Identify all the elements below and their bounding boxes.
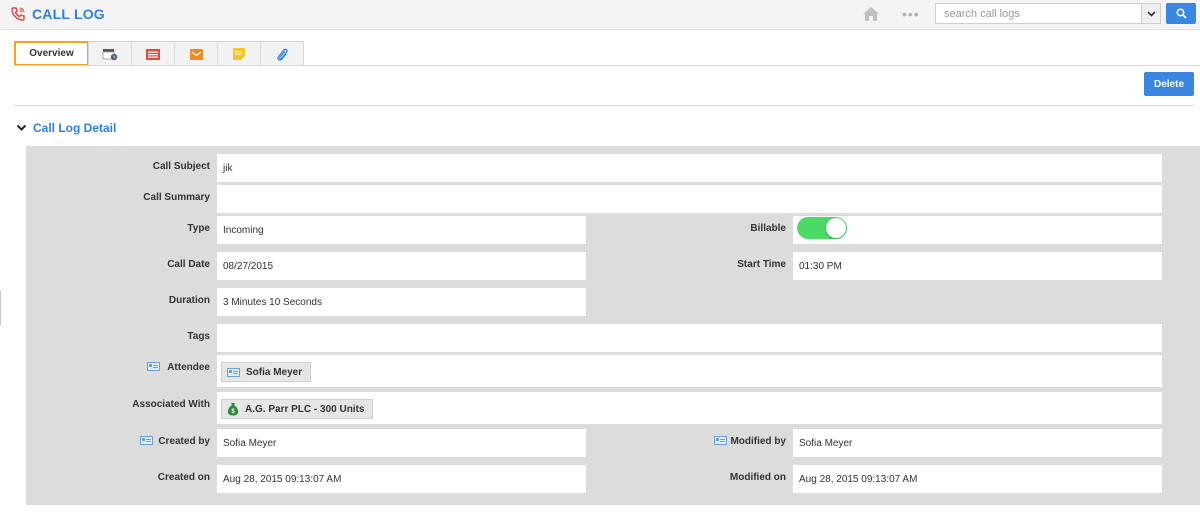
tab-attachments[interactable] <box>260 41 304 66</box>
tab-log[interactable] <box>131 41 175 66</box>
tags-label: Tags <box>187 331 210 342</box>
billable-label: Billable <box>750 223 786 234</box>
call-subject-field[interactable]: jik <box>217 154 1162 182</box>
call-summary-label: Call Summary <box>143 192 210 203</box>
tab-overview-label: Overview <box>29 48 74 59</box>
app-title-label: CALL LOG <box>32 6 105 22</box>
start-time-label: Start Time <box>737 259 786 270</box>
billable-field <box>793 216 1162 244</box>
tab-activities[interactable] <box>88 41 132 66</box>
toggle-knob <box>826 218 846 238</box>
call-date-field[interactable]: 08/27/2015 <box>217 252 586 280</box>
search-button[interactable] <box>1166 3 1196 24</box>
created-by-field[interactable]: Sofia Meyer <box>217 429 586 457</box>
search-dropdown-button[interactable] <box>1142 3 1161 24</box>
created-on-label: Created on <box>157 472 210 483</box>
app-title: CALL LOG <box>10 6 105 22</box>
search-icon <box>1176 8 1187 19</box>
app-header: CALL LOG ••• search call logs <box>0 0 1200 30</box>
attendee-name: Sofia Meyer <box>246 366 303 378</box>
modified-by-field[interactable]: Sofia Meyer <box>793 429 1162 457</box>
section-title: Call Log Detail <box>33 121 117 135</box>
modified-by-label: Modified by <box>730 436 786 447</box>
home-icon[interactable] <box>862 6 880 22</box>
tags-field[interactable] <box>217 324 1162 352</box>
type-field[interactable]: Incoming <box>217 216 586 244</box>
attendee-label: Attendee <box>167 362 210 373</box>
section-header[interactable]: Call Log Detail <box>16 121 116 135</box>
call-subject-label: Call Subject <box>152 161 210 172</box>
start-time-field[interactable]: 01:30 PM <box>793 252 1162 280</box>
note-icon <box>233 48 245 60</box>
tab-bar: Overview <box>14 41 304 66</box>
attendee-field <box>217 355 1162 387</box>
attendee-chip[interactable]: Sofia Meyer <box>221 362 312 382</box>
attachment-icon <box>277 48 288 61</box>
search-input[interactable]: search call logs <box>935 3 1142 24</box>
log-list-icon <box>146 48 160 60</box>
more-options-icon[interactable]: ••• <box>902 7 920 21</box>
duration-label: Duration <box>168 295 210 306</box>
associated-with-name: A.G. Parr PLC - 300 Units <box>245 403 365 415</box>
type-label: Type <box>187 223 210 234</box>
tab-email[interactable] <box>174 41 218 66</box>
money-bag-icon: $ <box>227 403 239 416</box>
associated-with-chip[interactable]: $ A.G. Parr PLC - 300 Units <box>221 399 374 419</box>
call-date-label: Call Date <box>167 259 210 270</box>
tab-overview[interactable]: Overview <box>14 41 89 66</box>
left-edge-handle <box>0 291 2 325</box>
chevron-down-icon <box>1146 10 1156 17</box>
created-on-field[interactable]: Aug 28, 2015 09:13:07 AM <box>217 465 586 493</box>
call-summary-field[interactable] <box>217 185 1162 213</box>
modified-on-label: Modified on <box>729 472 786 483</box>
contact-card-icon <box>227 367 240 377</box>
phone-icon <box>11 7 25 21</box>
modified-on-field[interactable]: Aug 28, 2015 09:13:07 AM <box>793 465 1162 493</box>
created-by-label: Created by <box>158 436 210 447</box>
email-icon <box>189 48 203 60</box>
associated-with-label: Associated With <box>132 399 210 410</box>
tab-notes[interactable] <box>217 41 261 66</box>
tab-underline <box>14 65 1200 66</box>
divider <box>14 105 1194 106</box>
duration-field[interactable]: 3 Minutes 10 Seconds <box>217 288 586 316</box>
calendar-clock-icon <box>102 49 118 61</box>
chevron-down-icon <box>16 124 27 131</box>
billable-toggle[interactable] <box>797 217 847 239</box>
delete-button[interactable]: Delete <box>1144 72 1194 96</box>
